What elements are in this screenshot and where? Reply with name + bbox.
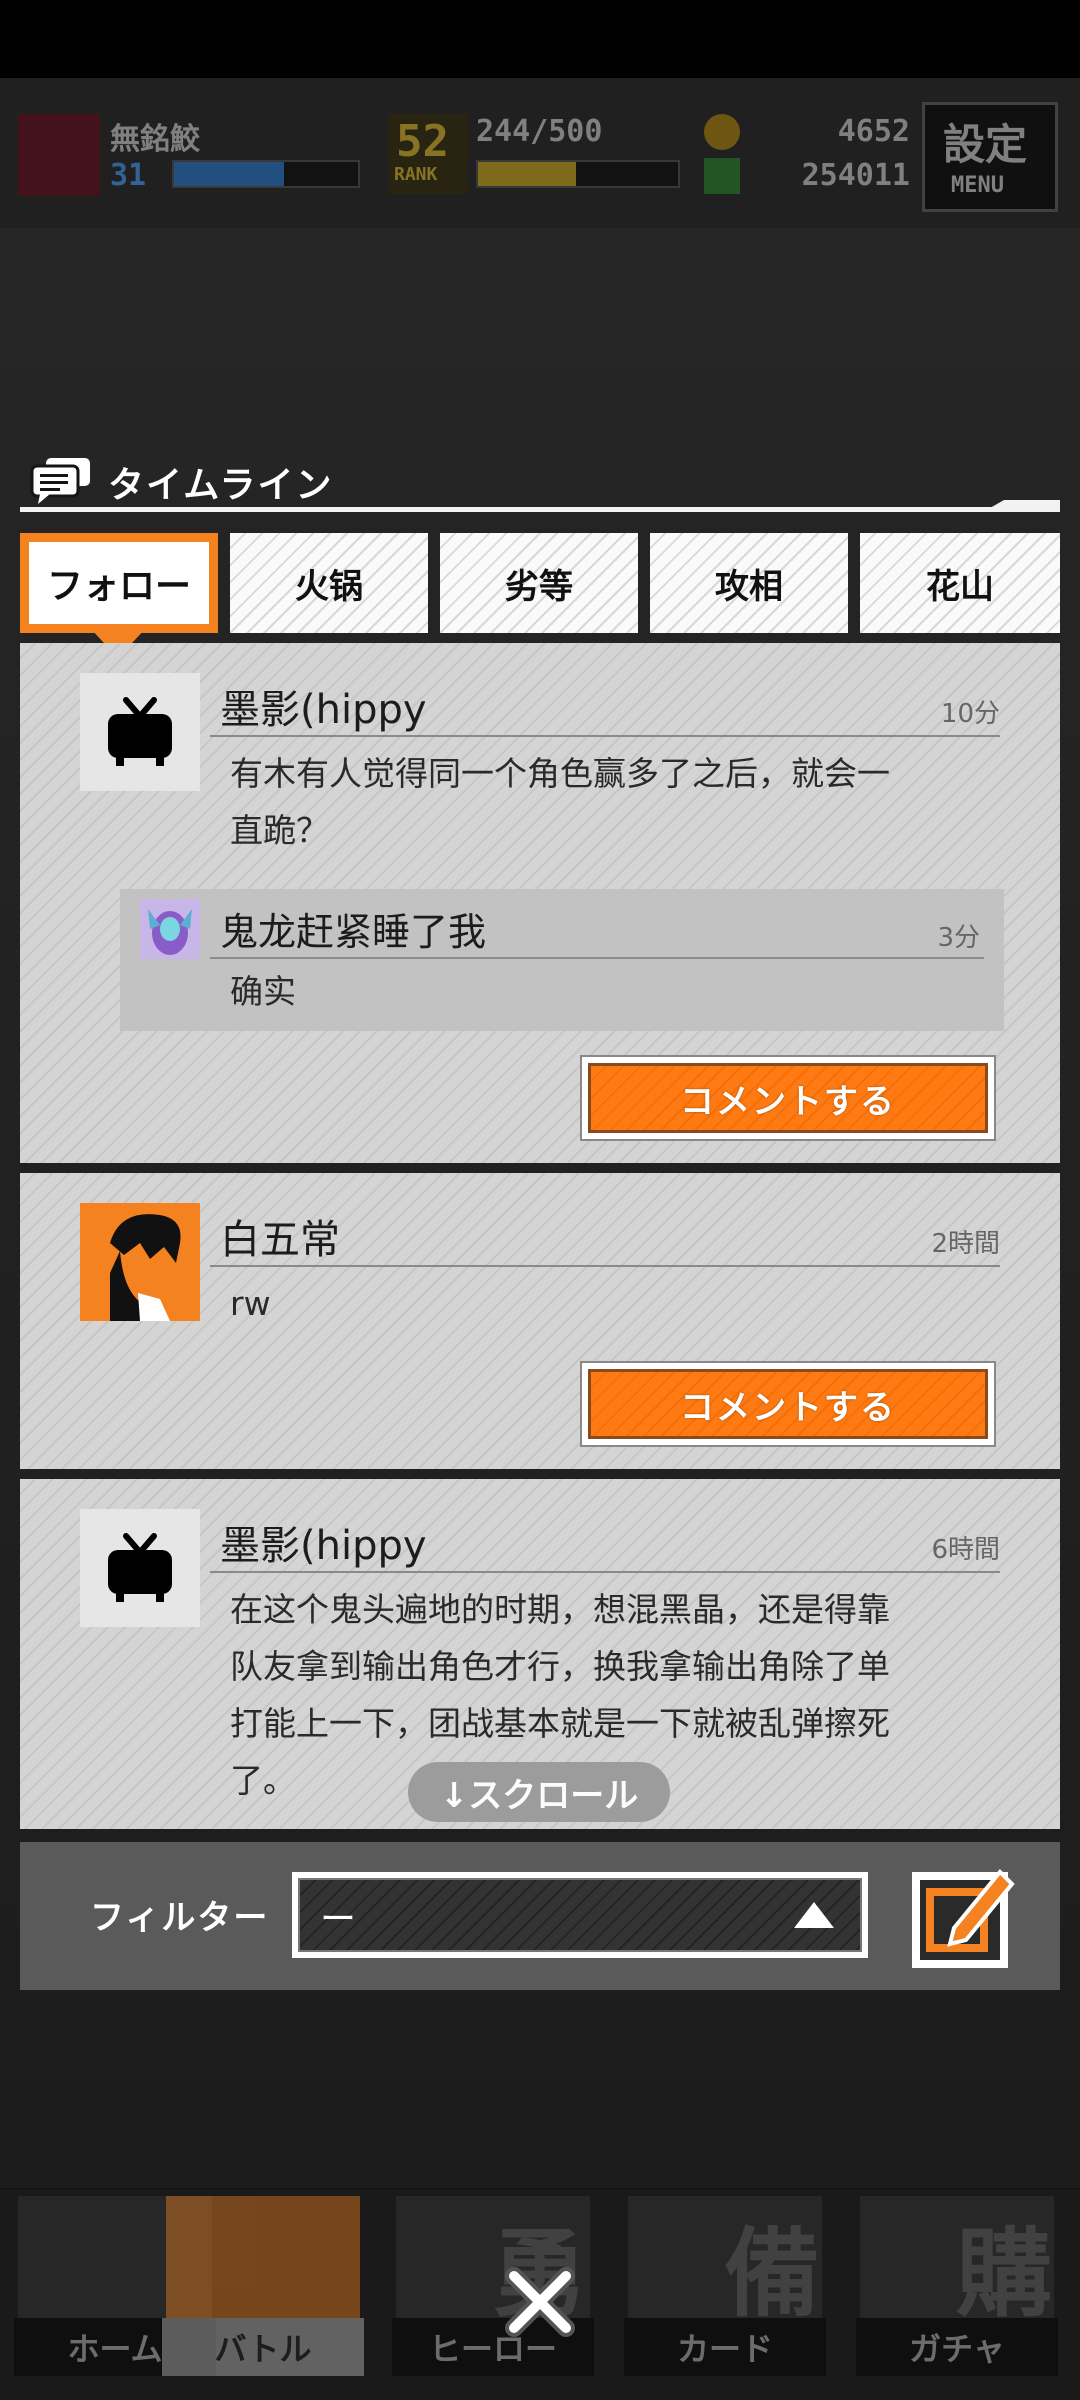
reply-item: 鬼龙赶紧睡了我 3分 确实: [120, 889, 1004, 1031]
guild-emblem-icon: [18, 114, 100, 196]
coin-icon: [704, 114, 740, 150]
top-status-panel: 無銘鮫 31 52 RANK 244/500 4652 254011 設定 ME…: [0, 78, 1080, 228]
nav-battle[interactable]: 闘 バトル: [158, 2190, 368, 2390]
currency-coins: 4652: [837, 114, 910, 149]
avatar[interactable]: [80, 673, 200, 791]
filter-value: ー: [320, 1899, 357, 1940]
stamina-bar: [476, 160, 680, 188]
gem-icon: [704, 158, 740, 194]
timeline-header: タイムライン: [20, 450, 1060, 512]
filter-bar: フィルター ー: [20, 1842, 1060, 1990]
post-time: 6時間: [931, 1535, 1000, 1565]
post-username[interactable]: 墨影(hippy: [220, 677, 427, 735]
scroll-hint[interactable]: ↓スクロール: [408, 1762, 670, 1822]
reply-text: 确实: [230, 972, 296, 1011]
settings-menu-button[interactable]: 設定 MENU: [922, 102, 1058, 212]
post-username[interactable]: 白五常: [220, 1207, 340, 1265]
comment-button[interactable]: コメントする: [580, 1361, 996, 1447]
reply-avatar[interactable]: [140, 899, 200, 959]
post-username[interactable]: 墨影(hippy: [220, 1513, 427, 1571]
currency-gems: 254011: [801, 158, 910, 193]
comment-button[interactable]: コメントする: [580, 1055, 996, 1141]
tab-hotpot[interactable]: 火锅: [230, 533, 428, 633]
dropdown-arrow-icon: [794, 1902, 834, 1928]
rank-badge-icon: 52 RANK: [388, 114, 468, 194]
chat-bubbles-icon: [30, 458, 90, 504]
header-divider: [20, 507, 1060, 512]
tv-icon: [108, 1533, 172, 1602]
status-bar: [0, 0, 1080, 78]
nav-card[interactable]: 備 カード: [620, 2190, 830, 2390]
tab-inferior[interactable]: 劣等: [440, 533, 638, 633]
post-divider: [210, 1265, 1000, 1267]
avatar[interactable]: [80, 1509, 200, 1627]
player-level: 31: [110, 158, 147, 193]
player-name: 無銘鮫: [110, 122, 200, 157]
post-time: 2時間: [931, 1229, 1000, 1259]
close-icon[interactable]: [500, 2262, 580, 2342]
stamina-text: 244/500: [476, 114, 603, 149]
reply-time: 3分: [937, 923, 980, 953]
filter-select[interactable]: ー: [292, 1872, 868, 1958]
post-divider: [210, 1571, 1000, 1573]
post-divider: [210, 735, 1000, 737]
tab-huashan[interactable]: 花山: [860, 533, 1060, 633]
reply-username[interactable]: 鬼龙赶紧睡了我: [220, 901, 486, 956]
compose-post-button[interactable]: [908, 1852, 1018, 1976]
header-divider-accent: [990, 500, 1060, 508]
tv-icon: [108, 697, 172, 766]
tab-gongxiang[interactable]: 攻相: [650, 533, 848, 633]
timeline-post: 墨影(hippy 10分 有木有人觉得同一个角色赢多了之后，就会一 直跪？ 鬼龙…: [20, 643, 1060, 1163]
avatar[interactable]: [80, 1203, 200, 1321]
timeline-post: 白五常 2時間 rw コメントする: [20, 1173, 1060, 1469]
post-text: rw: [230, 1284, 271, 1323]
exp-bar: [172, 160, 360, 188]
nav-gacha[interactable]: 購 ガチャ: [852, 2190, 1062, 2390]
post-text: 有木有人觉得同一个角色赢多了之后，就会一 直跪？: [230, 754, 890, 850]
reply-divider: [210, 957, 984, 959]
timeline-tabs: フォロー 火锅 劣等 攻相 花山: [20, 533, 1060, 633]
tab-follow[interactable]: フォロー: [20, 533, 218, 633]
timeline-title: タイムライン: [108, 465, 334, 506]
filter-label: フィルター: [90, 1898, 270, 1938]
post-time: 10分: [940, 699, 1000, 729]
